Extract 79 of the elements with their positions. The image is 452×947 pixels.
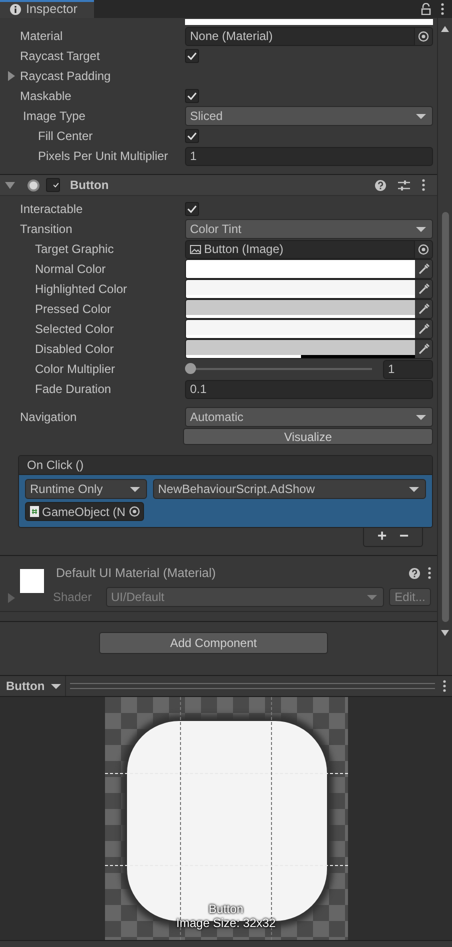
eyedropper-icon[interactable] [418,283,430,295]
property-label: Maskable [20,89,72,103]
image-icon [190,244,201,254]
more-options-icon[interactable] [422,179,425,191]
number-field[interactable]: 1 [185,146,433,166]
checkmark-icon [53,181,59,189]
info-icon [10,4,21,14]
property-label: Navigation [20,410,78,424]
dropdown[interactable]: Automatic [185,407,433,427]
number-field[interactable]: 1 [383,360,433,378]
more-options-icon[interactable] [441,3,444,15]
property-label: Fade Duration [35,382,112,396]
property-label: Pixels Per Unit Multiplier [38,149,170,163]
color-swatch[interactable] [186,300,415,318]
property-label: Highlighted Color [35,282,128,296]
script-icon [30,506,39,517]
property-label: Transition [20,222,74,236]
enabled-checkbox[interactable] [46,178,60,192]
color-swatch[interactable] [186,260,415,278]
lock-icon[interactable] [421,3,431,15]
more-options-icon[interactable] [428,567,431,579]
checkbox[interactable] [185,129,199,143]
visualize-button[interactable]: Visualize [183,428,433,445]
eyedropper-icon[interactable] [418,303,430,315]
property-label: Selected Color [35,322,115,336]
foldout-arrow-icon[interactable] [8,71,15,81]
property-label: Material [20,29,64,43]
component-icon [27,178,40,192]
component-title: Button [70,178,109,192]
foldout-arrow-icon[interactable] [5,182,15,188]
object-picker-icon[interactable] [418,30,429,42]
object-picker-icon[interactable] [129,506,140,517]
add-component-button[interactable]: Add Component [99,632,328,654]
material-title: Default UI Material (Material) [56,566,216,580]
property-label: Image Type [23,109,86,123]
presets-icon[interactable] [398,180,410,190]
material-thumbnail [20,569,44,593]
object-field[interactable]: GameObject (N [25,502,144,521]
property-label: Interactable [20,202,84,216]
property-label: Target Graphic [35,242,115,256]
preview-caption: Button [208,902,244,916]
more-options-icon[interactable] [443,680,446,692]
scrollbar[interactable] [437,18,452,675]
object-field[interactable]: None (Material) [185,26,433,46]
property-label: Pressed Color [35,302,112,316]
property-label: Disabled Color [35,342,115,356]
checkbox[interactable] [185,49,199,63]
preview-dropdown[interactable]: Button [6,676,66,696]
event-title: On Click () [19,456,432,475]
dropdown[interactable]: NewBehaviourScript.AdShow [153,479,426,499]
add-button[interactable]: + [372,528,392,546]
number-field[interactable]: 0.1 [185,380,433,398]
help-icon[interactable] [409,568,420,578]
property-label: Raycast Padding [20,69,112,83]
event-entry[interactable]: Runtime Only NewBehaviourScript.AdShow GameObject (N [19,475,432,527]
help-icon[interactable] [375,180,386,190]
shader-label: Shader [53,590,93,604]
checkbox[interactable] [185,89,199,103]
color-swatch[interactable] [186,280,415,298]
property-label: Color Multiplier [35,362,116,376]
object-field[interactable]: Button (Image) [185,240,433,258]
inspector-tab[interactable]: Inspector [0,0,94,18]
property-label: Normal Color [35,262,107,276]
color-swatch[interactable] [185,19,433,25]
drag-handle[interactable] [70,683,435,689]
eyedropper-icon[interactable] [418,343,430,355]
property-label: Raycast Target [20,49,101,63]
slider-thumb[interactable] [185,363,196,374]
remove-button[interactable]: − [394,528,414,546]
object-picker-icon[interactable] [418,244,429,254]
color-swatch[interactable] [186,320,415,338]
eyedropper-icon[interactable] [418,263,430,275]
eyedropper-icon[interactable] [418,323,430,335]
dropdown[interactable]: Runtime Only [25,479,147,499]
dropdown[interactable]: Color Tint [185,219,433,239]
property-label: Fill Center [38,129,94,143]
color-swatch[interactable] [186,340,415,358]
checkbox[interactable] [185,202,199,216]
dropdown[interactable]: Sliced [185,106,433,126]
